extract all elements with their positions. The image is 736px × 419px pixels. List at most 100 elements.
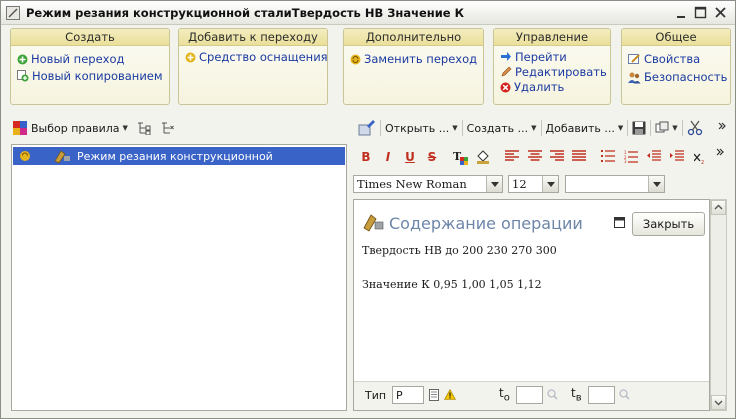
group-add-to-transition: Добавить к переходу Средство оснащения: [178, 28, 328, 105]
more-chevron-icon[interactable]: [717, 121, 727, 135]
editor-line-hardness[interactable]: Твердость НВ до 200 230 270 300: [362, 244, 557, 257]
group-create-title: Создать: [11, 29, 169, 46]
editor-footer: Тип Р tо tв: [354, 381, 709, 410]
rule-blocks-icon: [13, 120, 27, 135]
editor-title: Содержание операции: [389, 214, 583, 233]
app-icon: [6, 6, 20, 20]
search-icon[interactable]: [547, 389, 558, 400]
text-color-icon[interactable]: T: [452, 149, 470, 165]
bullet-list-icon[interactable]: [601, 150, 615, 163]
cut-scissors-icon[interactable]: [687, 120, 703, 136]
title-bar[interactable]: Режим резания конструкционной сталиТверд…: [1, 1, 735, 25]
plus-circle-icon: [17, 54, 28, 64]
open-dropdown[interactable]: Открыть ... ▼: [385, 122, 458, 135]
restore-icon[interactable]: [614, 217, 625, 228]
group-add-title: Добавить к переходу: [179, 29, 327, 46]
replace-icon: [350, 54, 361, 64]
command-panel: Создать Новый переход Новый копированием…: [9, 28, 731, 108]
scroll-down-arrow[interactable]: [711, 395, 726, 410]
type-label: Тип: [365, 389, 387, 402]
editor-header: Содержание операции Закрыть: [354, 200, 709, 240]
tree-row[interactable]: Режим резания конструкционной: [13, 147, 345, 165]
outdent-icon[interactable]: [647, 150, 661, 163]
pencil-icon: [501, 66, 512, 77]
goto-button[interactable]: Перейти: [500, 50, 567, 64]
main-window: Режим резания конструкционной сталиТверд…: [0, 0, 736, 419]
italic-button[interactable]: I: [380, 149, 396, 165]
windows-dropdown[interactable]: ▼: [655, 121, 678, 135]
copy-add-icon: [17, 70, 29, 82]
chevron-up-icon: [714, 204, 723, 210]
security-button[interactable]: Безопасность: [628, 70, 727, 84]
properties-icon: [628, 54, 640, 64]
node-state-icon: [20, 151, 30, 161]
warning-icon: [444, 389, 456, 400]
expand-tree-icon[interactable]: [136, 121, 152, 135]
chevron-down-icon: [714, 400, 723, 406]
delete-icon: [500, 82, 511, 92]
scroll-up-arrow[interactable]: [711, 200, 726, 215]
document-icon[interactable]: [429, 389, 439, 401]
create-dropdown[interactable]: Создать ... ▼: [467, 122, 537, 135]
group-manage: Управление Перейти Редактировать Удалить: [493, 28, 611, 105]
group-additional: Дополнительно Заменить переход: [343, 28, 484, 105]
close-editor-button[interactable]: Закрыть: [632, 212, 705, 236]
editor-scrollbar[interactable]: [710, 199, 727, 411]
close-window-icon[interactable]: [713, 5, 729, 21]
new-transition-button[interactable]: Новый переход: [17, 52, 124, 66]
font-family-select[interactable]: Times New Roman: [353, 175, 503, 193]
indent-icon[interactable]: [670, 150, 684, 163]
align-justify-icon[interactable]: [572, 150, 586, 163]
group-manage-title: Управление: [494, 29, 610, 46]
save-icon[interactable]: [632, 121, 646, 135]
users-icon: [628, 72, 641, 83]
group-additional-title: Дополнительно: [344, 29, 483, 46]
group-general: Общее Свойства Безопасность: [621, 28, 731, 105]
strikethrough-button[interactable]: S: [424, 149, 440, 165]
collapse-tree-icon[interactable]: [160, 121, 176, 135]
tv-input[interactable]: [588, 386, 615, 404]
underline-button[interactable]: U: [402, 149, 418, 165]
windows-icon: [655, 121, 669, 133]
select-rule-dropdown[interactable]: Выбор правила ▼: [13, 120, 128, 136]
new-by-copy-button[interactable]: Новый копированием: [17, 69, 163, 83]
align-right-icon[interactable]: [550, 150, 564, 163]
font-style-select[interactable]: [565, 175, 665, 193]
window-title: Режим резания конструкционной сталиТверд…: [26, 6, 464, 20]
numbered-list-icon[interactable]: 123: [624, 150, 638, 163]
tv-label: tв: [571, 386, 582, 404]
add-equipment-button[interactable]: Средство оснащения: [185, 50, 328, 64]
more-format-chevron-icon[interactable]: [715, 147, 725, 161]
edit-button[interactable]: Редактировать: [500, 65, 607, 79]
tree-panel[interactable]: Режим резания конструкционной: [11, 144, 347, 411]
maximize-icon[interactable]: [693, 5, 709, 21]
svg-text:3: 3: [624, 159, 627, 163]
minimize-icon[interactable]: [674, 5, 690, 21]
add-dropdown[interactable]: Добавить ... ▼: [546, 122, 624, 135]
delete-button[interactable]: Удалить: [500, 80, 564, 94]
align-center-icon[interactable]: [528, 150, 542, 163]
font-size-select[interactable]: 12: [508, 175, 559, 193]
font-size-dropdown-arrow[interactable]: [542, 176, 558, 192]
group-general-title: Общее: [622, 29, 730, 46]
t0-input[interactable]: [516, 386, 543, 404]
properties-button[interactable]: Свойства: [628, 52, 700, 66]
tree-toolbar: Выбор правила ▼: [13, 118, 176, 138]
bold-button[interactable]: B: [358, 149, 374, 165]
editor-line-coefficient[interactable]: Значение К 0,95 1,00 1,05 1,12: [362, 278, 542, 291]
cutting-tool-icon: [54, 150, 70, 164]
replace-transition-button[interactable]: Заменить переход: [350, 52, 477, 66]
goto-arrow-icon: [501, 52, 511, 61]
search-icon[interactable]: [619, 389, 630, 400]
cutting-tool-icon: [363, 214, 384, 232]
editor-toolbar: Открыть ... ▼ Создать ... ▼ Добавить ... ▼ …: [355, 117, 731, 139]
t0-label: tо: [499, 386, 510, 404]
type-input[interactable]: Р: [392, 386, 424, 404]
fill-color-icon[interactable]: [475, 149, 491, 165]
image-edit-icon[interactable]: [358, 120, 376, 136]
format-toolbar: B I U S T 123 2: [355, 147, 731, 167]
align-left-icon[interactable]: [505, 150, 519, 163]
font-style-dropdown-arrow[interactable]: [648, 176, 664, 192]
font-family-dropdown-arrow[interactable]: [486, 176, 502, 192]
subscript-icon[interactable]: 2: [694, 152, 706, 165]
